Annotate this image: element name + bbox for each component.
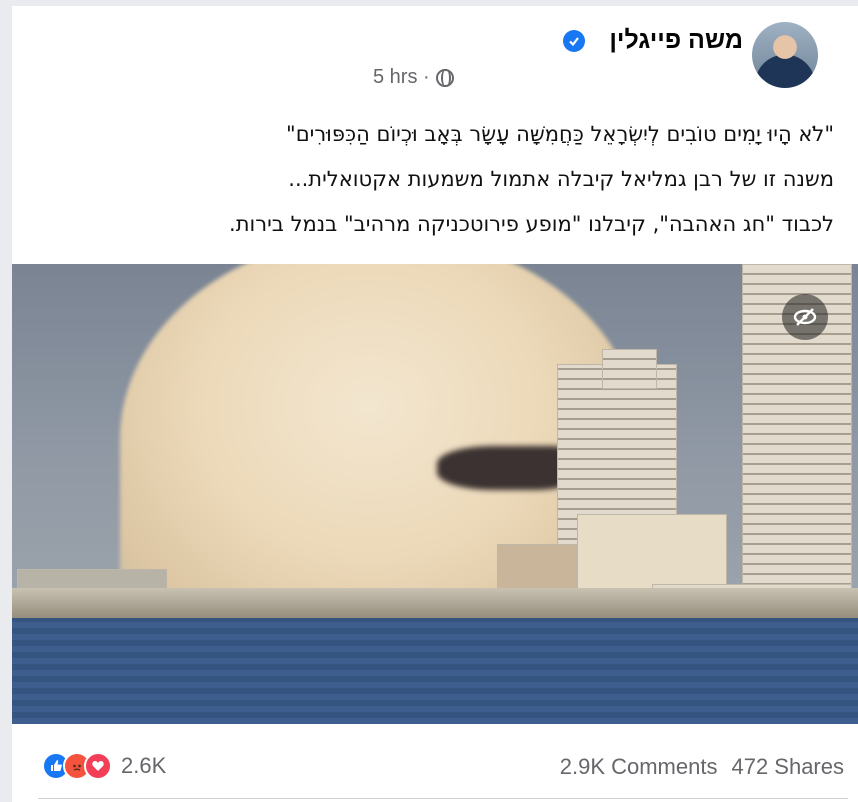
- sea: [12, 618, 858, 724]
- building: [497, 544, 577, 594]
- verified-badge-icon: [563, 30, 585, 52]
- post-line-3: לכבוד "חג האהבה", קיבלנו "מופע פירוטכניק…: [229, 212, 834, 236]
- post-footer: 2.6K 2.9K Comments 472 Shares: [12, 746, 858, 786]
- post-card: משה פייגלין 5 hrs · "לֹא הָיוּ יָמִים טו…: [0, 0, 858, 802]
- building: [577, 514, 727, 594]
- love-icon: [84, 752, 112, 780]
- post-line-1: "לֹא הָיוּ יָמִים טוֹבִים לְיִשְׂרָאֵל כ…: [286, 122, 834, 146]
- author-block: משה פייגלין 5 hrs ·: [373, 26, 743, 96]
- comments-link[interactable]: 2.9K Comments: [560, 754, 718, 780]
- shoreline: [12, 588, 858, 622]
- reaction-count: 2.6K: [121, 753, 167, 778]
- avatar[interactable]: [752, 22, 818, 88]
- smoke-plume: [437, 446, 577, 490]
- post-text: "לֹא הָיוּ יָמִים טוֹבִים לְיִשְׂרָאֵל כ…: [34, 112, 834, 247]
- post-header: משה פייגלין 5 hrs ·: [12, 6, 858, 102]
- building: [602, 349, 657, 389]
- author-name[interactable]: משה פייגלין: [609, 26, 743, 55]
- post-meta: 5 hrs ·: [373, 66, 454, 89]
- divider: [38, 798, 848, 799]
- globe-icon: [435, 68, 454, 87]
- shares-link[interactable]: 472 Shares: [731, 754, 844, 780]
- reactions-summary[interactable]: 2.6K: [42, 752, 166, 780]
- post-time[interactable]: 5 hrs ·: [373, 66, 430, 89]
- post-photo[interactable]: [12, 264, 858, 724]
- eye-off-icon[interactable]: [782, 294, 828, 340]
- engagement-stats: 2.9K Comments 472 Shares: [560, 754, 844, 780]
- post-line-2: משנה זו של רבן גמליאל קיבלה אתמול משמעות…: [288, 167, 834, 191]
